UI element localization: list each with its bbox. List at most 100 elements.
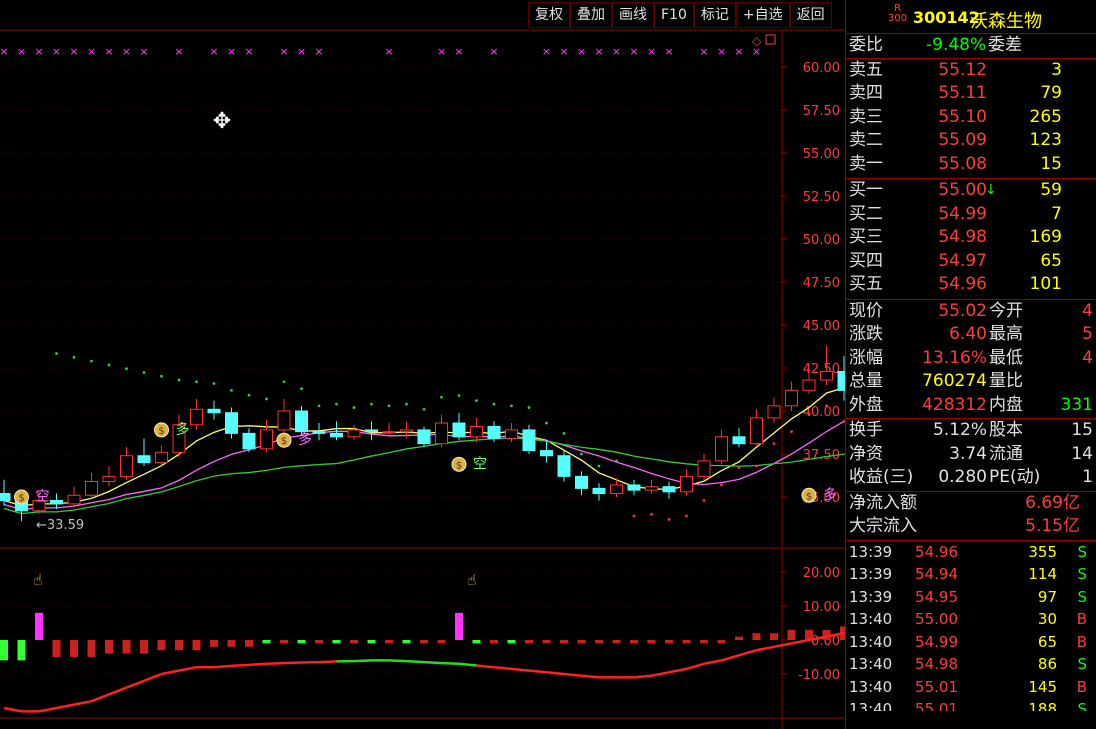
candle-body [662, 486, 676, 493]
quote-value: 760274 [922, 371, 987, 391]
flow-label: 大宗流入 [849, 516, 917, 536]
back-button[interactable]: 返回 [789, 2, 832, 28]
restore-rights-button[interactable]: 复权 [528, 2, 570, 28]
buy-label: 买五 [849, 274, 883, 294]
fund-value: 5.12% [932, 420, 987, 440]
sar-dot [125, 367, 128, 371]
overlay-button[interactable]: 叠加 [570, 2, 612, 28]
fund-value-2: 15 [1071, 420, 1093, 440]
draw-line-button[interactable]: 画线 [612, 2, 654, 28]
square-icon [765, 34, 776, 45]
indicator-line-segment [528, 669, 547, 674]
buy-volume: 169 [1029, 227, 1062, 247]
candle-body [0, 493, 11, 501]
signal-x-marker: × [699, 45, 708, 58]
candle-body [312, 431, 326, 434]
indicator-bar [595, 640, 603, 644]
indicator-line-segment [231, 663, 250, 668]
tick-row[interactable]: 13:40 55.01 188 S [846, 698, 1096, 711]
add-watchlist-button[interactable]: +自选 [735, 2, 790, 28]
quote-row: 涨幅 13.16% 最低 4 [846, 347, 1096, 371]
sell-row[interactable]: 卖一 55.08 15 [846, 153, 1096, 177]
candle-body [767, 405, 781, 419]
buy-row[interactable]: 买五 54.96 101 [846, 273, 1096, 297]
tick-row[interactable]: 13:40 54.98 86 S [846, 653, 1096, 676]
indicator-bar [0, 640, 8, 661]
sell-row[interactable]: 卖四 55.11 79 [846, 82, 1096, 106]
price-tick-label: 57.50 [803, 104, 840, 119]
indicator-bar [612, 640, 621, 644]
buy-row[interactable]: 买一 55.00 ↓ 59 [846, 179, 1096, 203]
tick-row[interactable]: 13:39 54.96 355 S [846, 541, 1096, 564]
buy-price: 54.96 [938, 274, 987, 294]
tick-row[interactable]: 13:40 55.01 145 B [846, 676, 1096, 699]
indicator-bar [525, 640, 533, 644]
tick-row[interactable]: 13:39 54.95 97 S [846, 586, 1096, 609]
f10-button[interactable]: F10 [654, 2, 694, 28]
sar-dot [247, 393, 251, 397]
indicator-line-segment [73, 699, 92, 706]
quote-label-2: 内盘 [989, 394, 1023, 415]
sar-dot [615, 459, 618, 463]
sar-dot [807, 413, 811, 416]
candle-body [732, 436, 746, 445]
indicator-bar [297, 640, 306, 644]
tick-price: 55.00 [915, 610, 958, 628]
indicator-bar [245, 640, 253, 647]
sar-dot [300, 387, 303, 391]
sar-dot [107, 363, 111, 367]
flow-label: 净流入额 [849, 492, 917, 513]
money-flow: 净流入额 6.69亿 大宗流入 5.15亿 [846, 492, 1096, 541]
candle-body [592, 487, 606, 495]
signal-x-marker: × [297, 45, 306, 58]
tick-row[interactable]: 13:40 55.00 30 B [846, 608, 1096, 631]
sar-dot [90, 359, 93, 363]
candle-body [137, 455, 151, 464]
buy-row[interactable]: 买四 54.97 65 [846, 250, 1096, 274]
sar-dot [580, 452, 583, 456]
signal-x-marker: × [612, 45, 621, 58]
quote-label-2: 最低 [989, 347, 1023, 368]
sell-row[interactable]: 卖五 55.12 3 [846, 59, 1096, 83]
badge-bottom: 300 [888, 13, 908, 24]
money-bag-glyph: $ [158, 426, 164, 437]
kline-chart[interactable]: 60.0057.5055.0052.5050.0047.5045.0042.50… [0, 0, 845, 729]
quote-label: 涨幅 [849, 347, 883, 368]
sell-row[interactable]: 卖二 55.09 123 [846, 129, 1096, 153]
indicator-line-segment [721, 654, 740, 662]
move-cursor-icon: ✥ [213, 109, 231, 134]
tick-list[interactable]: 13:39 54.96 355 S 13:39 54.94 114 S 13:39 54.95 97… [846, 541, 1096, 711]
tick-row[interactable]: 13:39 54.94 114 S [846, 563, 1096, 586]
quote-row: 外盘 428312 内盘 331 [846, 394, 1096, 418]
indicator-line-segment [738, 648, 757, 657]
mark-button[interactable]: 标记 [693, 2, 736, 28]
sar-dot [685, 514, 688, 518]
candle-body [452, 422, 466, 438]
fund-label: 换手 [849, 420, 883, 440]
quote-row: 现价 55.02 今开 4 [846, 300, 1096, 324]
indicator-bar [735, 636, 743, 640]
indicator-line-segment [651, 671, 670, 677]
buy-volume: 101 [1029, 274, 1062, 294]
tick-row[interactable]: 13:40 54.99 65 B [846, 631, 1096, 654]
indicator-bar [507, 640, 516, 644]
tick-time: 13:40 [849, 677, 893, 696]
indicator-bar [752, 633, 761, 640]
quote-row: 总量 760274 量比 [846, 370, 1096, 394]
sar-dot [335, 402, 338, 406]
sell-row[interactable]: 卖三 55.10 265 [846, 106, 1096, 130]
fund-label: 收益(三) [849, 467, 914, 487]
indicator-bar [402, 640, 411, 644]
indicator-line-segment [563, 672, 582, 677]
sar-dot [230, 388, 233, 392]
signal-x-marker: × [314, 45, 323, 58]
candle-body [330, 432, 343, 438]
indicator-bar [175, 640, 183, 651]
buy-row[interactable]: 买三 54.98 169 [846, 226, 1096, 250]
quote-label: 外盘 [849, 394, 883, 415]
buy-row[interactable]: 买二 54.99 7 [846, 203, 1096, 227]
quote-value-2: 331 [1060, 394, 1093, 415]
candle-body [715, 436, 728, 462]
candle-body [470, 425, 483, 438]
indicator-line-segment [213, 664, 232, 669]
